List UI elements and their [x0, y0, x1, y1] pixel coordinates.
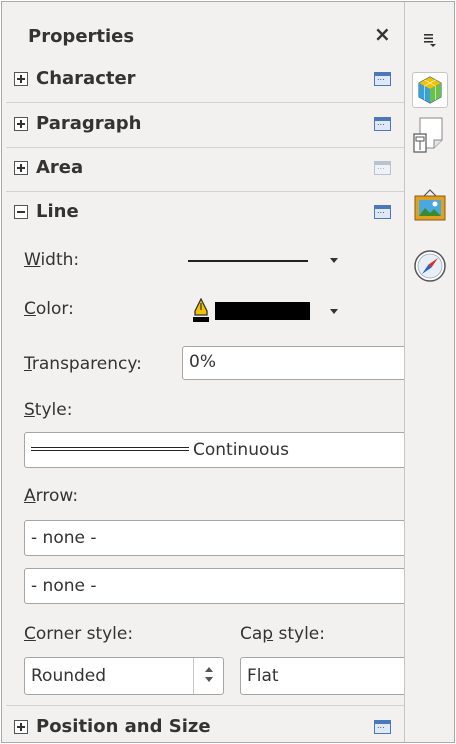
corner-style-dropdown[interactable]: Rounded — [24, 657, 224, 695]
expand-icon[interactable] — [14, 161, 28, 175]
transparency-field[interactable]: 0% — [182, 346, 404, 380]
deck-character[interactable]: Character — [2, 58, 404, 102]
deck-area[interactable]: Area — [2, 147, 404, 191]
width-selector[interactable] — [182, 242, 352, 278]
corner-style-label: Corner style: — [24, 624, 134, 644]
expand-icon[interactable] — [14, 117, 28, 131]
arrow-start-dropdown[interactable]: - none - — [24, 520, 404, 556]
deck-position-size[interactable]: Position and Size — [2, 706, 404, 742]
gallery-icon — [414, 189, 446, 221]
deck-line-title: Line — [36, 201, 79, 222]
line-width-preview — [188, 260, 308, 262]
arrow-label: Arrow: — [24, 486, 79, 506]
chevron-down-icon[interactable] — [330, 309, 338, 314]
more-options-icon[interactable] — [374, 205, 391, 219]
spin-arrows-icon[interactable] — [193, 658, 223, 694]
deck-area-title: Area — [36, 157, 84, 178]
more-options-icon[interactable] — [374, 720, 391, 734]
pen-icon[interactable] — [192, 298, 210, 324]
navigator-compass-icon — [414, 250, 446, 282]
tab-properties[interactable] — [412, 72, 448, 108]
sidebar-frame: Properties × Character Paragraph Area Li… — [1, 1, 455, 743]
arrow-end-dropdown[interactable]: - none - — [24, 568, 404, 604]
line-style-value: Continuous — [193, 440, 290, 460]
expand-icon[interactable] — [14, 720, 28, 734]
more-options-icon[interactable] — [374, 72, 391, 86]
expand-icon[interactable] — [14, 72, 28, 86]
deck-paragraph[interactable]: Paragraph — [2, 103, 404, 147]
style-label: Style: — [24, 400, 73, 420]
corner-style-value: Rounded — [31, 666, 107, 686]
chevron-down-icon — [330, 258, 338, 263]
sidebar-tabbar — [406, 2, 454, 742]
deck-character-title: Character — [36, 68, 136, 89]
deck-line[interactable]: Line — [2, 191, 404, 235]
transparency-label: Transparency: — [24, 354, 142, 374]
deck-paragraph-title: Paragraph — [36, 113, 142, 134]
close-icon[interactable]: × — [374, 24, 391, 44]
more-options-icon — [374, 161, 391, 175]
deck-position-size-title: Position and Size — [36, 716, 211, 737]
panel-titlebar: Properties × — [2, 2, 404, 62]
cap-style-dropdown[interactable]: Flat — [240, 657, 404, 695]
page-styles-icon — [413, 117, 443, 153]
line-style-dropdown[interactable]: Continuous — [24, 432, 404, 468]
tab-page[interactable] — [412, 116, 448, 153]
panel-title: Properties — [28, 26, 135, 47]
line-style-preview — [31, 447, 189, 451]
cap-style-label: Cap style: — [240, 624, 325, 644]
width-label: Width: — [24, 250, 80, 270]
color-label: Color: — [24, 299, 74, 319]
properties-panel: Properties × Character Paragraph Area Li… — [2, 2, 405, 742]
line-color-swatch[interactable] — [215, 302, 310, 320]
hamburger-menu-icon[interactable] — [422, 32, 438, 48]
properties-cube-icon — [418, 76, 442, 104]
more-options-icon[interactable] — [374, 117, 391, 131]
collapse-icon[interactable] — [14, 205, 28, 219]
tab-navigator[interactable] — [412, 248, 448, 284]
tab-gallery[interactable] — [412, 188, 448, 224]
